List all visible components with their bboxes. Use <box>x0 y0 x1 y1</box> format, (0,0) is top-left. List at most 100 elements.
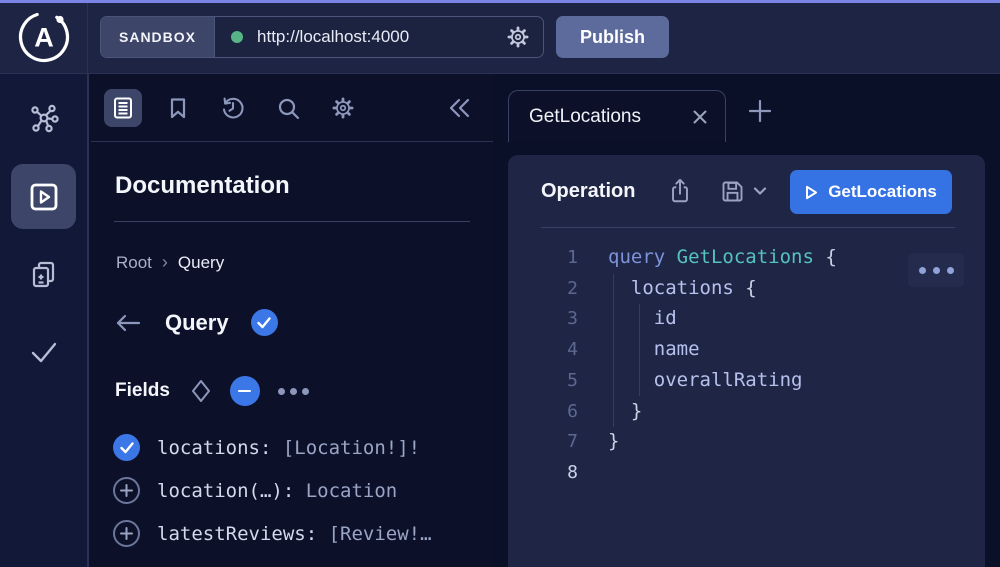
field-row-location[interactable]: location(…): Location <box>113 469 485 512</box>
bookmark-icon <box>166 96 190 120</box>
field-toggle-checked[interactable] <box>113 434 140 461</box>
code-text: locations { <box>608 273 757 304</box>
svg-text:A: A <box>34 23 54 53</box>
type-selected-badge[interactable] <box>251 309 278 336</box>
collapse-panel-button[interactable] <box>441 89 479 127</box>
query-editor[interactable]: 1query GetLocations {2 locations {3 id4 … <box>508 242 985 567</box>
code-text: name <box>608 334 700 365</box>
top-accent-bar <box>0 0 1000 3</box>
publish-button[interactable]: Publish <box>556 16 669 58</box>
endpoint-url-input[interactable]: http://localhost:4000 <box>257 27 505 47</box>
doc-tab-settings[interactable] <box>324 89 362 127</box>
operation-card: Operation <box>508 155 985 567</box>
field-name: location(…): <box>157 480 294 502</box>
code-line[interactable]: 3 id <box>508 303 985 334</box>
type-header-row: Query <box>113 309 278 336</box>
field-toggle-add[interactable] <box>113 477 140 504</box>
doc-tab-documentation[interactable] <box>104 89 142 127</box>
save-operation-button[interactable] <box>719 178 767 205</box>
operation-panel-region: GetLocations Operation <box>493 74 1000 567</box>
code-line[interactable]: 1query GetLocations { <box>508 242 985 273</box>
breadcrumb: Root › Query <box>116 252 224 273</box>
minus-icon <box>238 390 251 393</box>
diamond-icon <box>190 378 212 404</box>
doc-title-divider <box>114 221 470 222</box>
history-clock-icon <box>220 95 246 121</box>
plus-icon <box>120 527 133 540</box>
close-icon <box>691 108 709 126</box>
code-line[interactable]: 4 name <box>508 334 985 365</box>
code-line[interactable]: 7} <box>508 426 985 457</box>
line-number: 7 <box>538 426 578 457</box>
doc-panel-title: Documentation <box>115 172 290 200</box>
arrow-left-icon <box>113 311 143 335</box>
chevrons-left-icon <box>447 96 473 120</box>
line-number: 2 <box>538 273 578 304</box>
code-line[interactable]: 6 } <box>508 396 985 427</box>
code-line[interactable]: 2 locations { <box>508 273 985 304</box>
tab-close-button[interactable] <box>691 108 709 126</box>
graph-icon <box>27 102 61 136</box>
play-icon <box>805 185 818 200</box>
line-number: 6 <box>538 396 578 427</box>
line-number: 8 <box>538 457 578 488</box>
field-row-locations[interactable]: locations: [Location!]! <box>113 426 485 469</box>
code-line[interactable]: 8 <box>508 457 985 488</box>
operation-title: Operation <box>541 180 635 203</box>
fields-more-options-button[interactable] <box>278 388 309 395</box>
field-type: [Location!]! <box>283 437 420 459</box>
field-type: Location <box>306 480 398 502</box>
nav-item-changelog[interactable] <box>11 242 76 307</box>
field-row-latest-reviews[interactable]: latestReviews: [Review!… <box>113 512 485 555</box>
diff-docs-icon <box>28 259 60 291</box>
doc-tab-history[interactable] <box>214 89 252 127</box>
nav-item-schema[interactable] <box>11 86 76 151</box>
left-nav-rail <box>0 74 89 567</box>
sort-fields-button[interactable] <box>190 378 212 404</box>
nav-item-explorer[interactable] <box>11 164 76 229</box>
gear-icon <box>330 95 356 121</box>
doc-toolbar <box>91 74 493 142</box>
back-button[interactable] <box>113 311 143 335</box>
tab-label: GetLocations <box>529 106 691 128</box>
code-line[interactable]: 5 overallRating <box>508 365 985 396</box>
code-text: id <box>608 303 677 334</box>
deselect-all-button[interactable] <box>230 376 260 406</box>
code-text: } <box>608 426 619 457</box>
dot-icon <box>290 388 297 395</box>
doc-tab-search[interactable] <box>269 89 307 127</box>
endpoint-control: SANDBOX http://localhost:4000 <box>100 16 544 58</box>
share-icon <box>667 177 693 205</box>
field-toggle-add[interactable] <box>113 520 140 547</box>
topbar: A SANDBOX http://localhost:4000 <box>0 0 1000 74</box>
operation-header: Operation <box>508 168 985 214</box>
fields-header-row: Fields <box>115 376 309 406</box>
endpoint-url-section: http://localhost:4000 <box>215 17 543 57</box>
line-number: 5 <box>538 365 578 396</box>
run-operation-button[interactable]: GetLocations <box>790 170 952 214</box>
chevron-down-icon[interactable] <box>753 186 767 196</box>
sandbox-badge[interactable]: SANDBOX <box>101 17 215 57</box>
field-name: locations: <box>157 437 271 459</box>
breadcrumb-current[interactable]: Query <box>178 253 224 273</box>
connection-status-dot <box>231 31 243 43</box>
plus-icon <box>745 96 775 126</box>
breadcrumb-root[interactable]: Root <box>116 253 152 273</box>
play-square-icon <box>27 180 61 214</box>
connection-settings-gear-icon[interactable] <box>505 24 531 50</box>
share-operation-button[interactable] <box>667 177 693 205</box>
plus-icon <box>120 484 133 497</box>
tab-getlocations[interactable]: GetLocations <box>508 90 726 142</box>
document-list-icon <box>111 96 135 120</box>
check-icon <box>257 317 271 329</box>
new-tab-button[interactable] <box>745 96 775 126</box>
fields-heading: Fields <box>115 380 170 402</box>
checkmark-icon <box>26 334 62 370</box>
apollo-logo[interactable]: A <box>0 0 88 74</box>
save-floppy-icon <box>719 178 746 205</box>
field-type: [Review!… <box>329 523 432 545</box>
type-name-heading: Query <box>165 310 229 336</box>
nav-item-checks[interactable] <box>11 319 76 384</box>
line-number: 1 <box>538 242 578 273</box>
doc-tab-bookmarks[interactable] <box>159 89 197 127</box>
